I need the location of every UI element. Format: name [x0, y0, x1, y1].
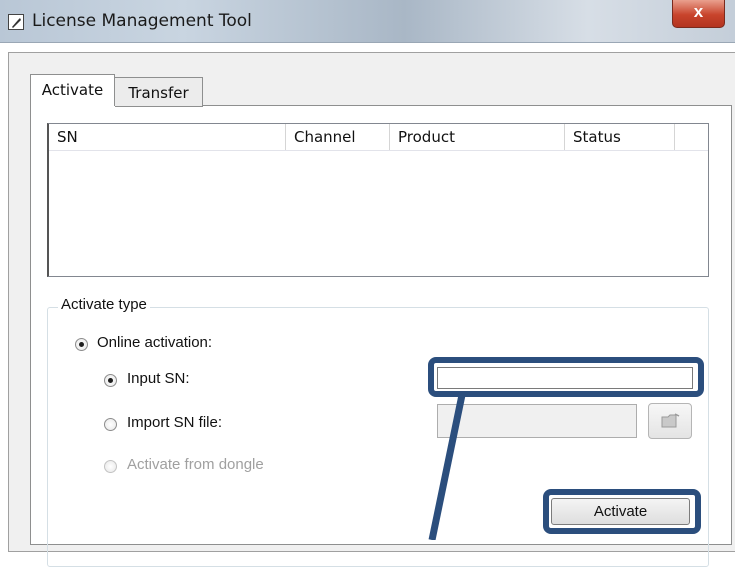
callout-line [428, 394, 466, 540]
